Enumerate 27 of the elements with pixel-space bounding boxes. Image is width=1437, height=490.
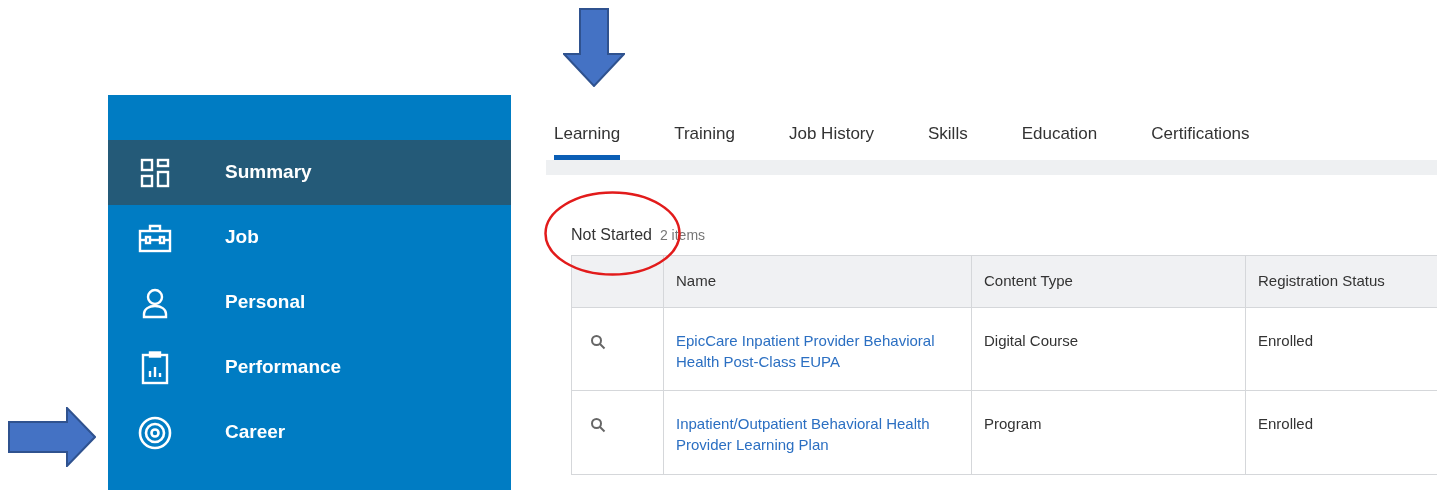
sidebar-item[interactable]: Personal bbox=[108, 270, 511, 335]
table-cell: Enrolled bbox=[1258, 332, 1314, 349]
course-link[interactable]: Inpatient/Outpatient Behavioral Health Provider Learning Plan bbox=[676, 413, 963, 455]
tab[interactable]: Education bbox=[1021, 100, 1098, 160]
sidebar-item[interactable]: Summary bbox=[108, 140, 511, 205]
tab[interactable]: Skills bbox=[928, 100, 968, 160]
target-icon bbox=[138, 415, 172, 450]
search-icon[interactable] bbox=[590, 417, 606, 433]
course-link[interactable]: EpicCare Inpatient Provider Behavioral Health Post-Class EUPA bbox=[676, 330, 963, 372]
column-header: Name bbox=[676, 271, 716, 292]
grid-icon bbox=[140, 157, 170, 188]
sidebar-item[interactable]: Career bbox=[108, 400, 511, 465]
briefcase-icon bbox=[138, 222, 172, 253]
section-title: Not Started bbox=[571, 225, 652, 245]
column-header: Content Type bbox=[984, 271, 1073, 292]
search-icon[interactable] bbox=[590, 334, 606, 350]
tab[interactable]: Job History bbox=[788, 100, 874, 160]
column-header: Registration Status bbox=[1258, 271, 1385, 292]
person-icon bbox=[140, 286, 170, 319]
table-cell: Digital Course bbox=[984, 332, 1079, 349]
tab[interactable]: Training bbox=[674, 100, 735, 160]
tab[interactable]: Certifications bbox=[1151, 100, 1250, 160]
clipboard-icon bbox=[141, 350, 169, 385]
sidebar-item[interactable]: Performance bbox=[108, 335, 511, 400]
sidebar-item[interactable]: Job bbox=[108, 205, 511, 270]
table-cell: Enrolled bbox=[1258, 415, 1314, 432]
table-cell: Program bbox=[984, 415, 1042, 432]
